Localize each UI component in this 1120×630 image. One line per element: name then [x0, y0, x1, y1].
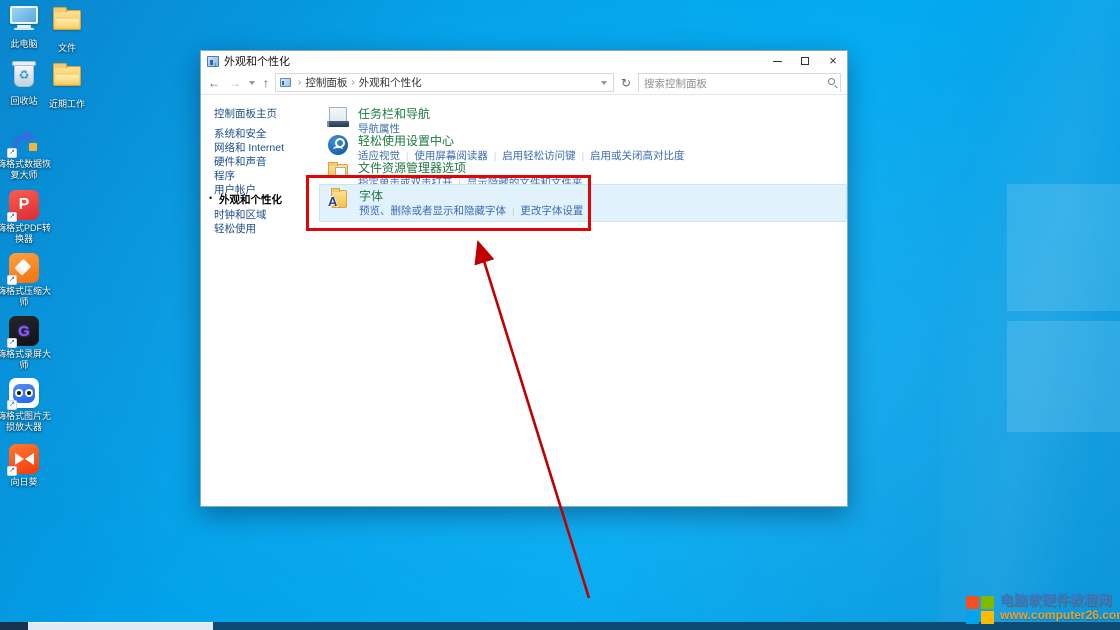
desktop-icon-compressor[interactable]: 嗨格式压缩大师: [0, 253, 52, 308]
refresh-button[interactable]: [617, 76, 635, 90]
taskbar-edge: [0, 622, 1120, 630]
folder-icon: [52, 7, 82, 40]
desktop-icon-label: 嗨格式图片无损放大器: [0, 411, 51, 432]
search-input[interactable]: [639, 75, 840, 93]
desktop-icon-data-recovery[interactable]: 嗨格式数据恢复大师: [0, 126, 52, 181]
maximize-button[interactable]: [791, 51, 819, 71]
applet-title-link[interactable]: 文件资源管理器选项: [358, 161, 582, 175]
this-pc-icon: [9, 6, 39, 36]
sidebar-item-network[interactable]: 网络和 Internet: [214, 140, 284, 155]
recycle-bin-icon: [9, 61, 39, 93]
site-watermark: 电脑软硬件教程网 www.computer26.com: [966, 594, 1120, 624]
desktop-icon-pdf-converter[interactable]: 嗨格式PDF转换器: [0, 190, 52, 245]
watermark-site-name: 电脑软硬件教程网: [1000, 593, 1112, 608]
desktop-icon-label: 嗨格式压缩大师: [0, 286, 51, 307]
desktop-icon-label: 嗨格式数据恢复大师: [0, 159, 51, 180]
desktop-icon-label: 嗨格式PDF转换器: [0, 223, 51, 244]
close-icon: [829, 52, 837, 70]
screen-recorder-app-icon: [7, 316, 39, 348]
wallpaper-light-beam: [940, 0, 1120, 630]
image-upscaler-app-icon: [7, 378, 39, 410]
search-icon: [828, 78, 835, 85]
breadcrumb-current[interactable]: 外观和个性化: [359, 75, 422, 90]
ease-of-access-icon: [327, 134, 349, 156]
maximize-icon: [801, 57, 809, 65]
sidebar-item-appearance-selected[interactable]: 外观和个性化: [219, 192, 282, 207]
desktop-icon-label: 向日葵: [10, 477, 38, 487]
title-bar[interactable]: 外观和个性化: [201, 51, 847, 71]
back-button[interactable]: ←: [205, 77, 223, 89]
applet-title-link[interactable]: 轻松使用设置中心: [358, 134, 685, 148]
sidebar-item-home[interactable]: 控制面板主页: [214, 106, 277, 121]
forward-button[interactable]: →: [226, 77, 244, 89]
taskbar-navigation-icon: [327, 107, 349, 129]
chevron-icon: ›: [351, 77, 355, 88]
watermark-site-url: www.computer26.com: [1000, 608, 1120, 622]
sidebar-item-ease[interactable]: 轻松使用: [214, 221, 256, 236]
desktop-icon-label: 嗨格式录屏大师: [0, 349, 51, 370]
chevron-icon: ›: [298, 77, 302, 88]
shortcut-arrow-icon: [7, 338, 17, 348]
desktop-icon-label: 近期工作: [48, 99, 85, 109]
desktop-icon-recent-work[interactable]: 近期工作: [39, 60, 95, 110]
address-bar: ← → ↑ › 控制面板 › 外观和个性化: [201, 71, 847, 95]
minimize-icon: [772, 60, 782, 62]
pdf-converter-app-icon: [7, 190, 39, 222]
desktop: { "desktop": { "icons": [ { "id": "this-…: [0, 0, 1120, 630]
compressor-app-icon: [7, 253, 39, 285]
shortcut-arrow-icon: [7, 400, 17, 410]
folder-icon: [52, 63, 82, 96]
windows-logo-icon: [966, 596, 994, 624]
control-panel-window: 外观和个性化 ← → ↑ › 控制面板 › 外观和个性化 控制面板主页 系统和安…: [200, 50, 848, 507]
start-button-edge[interactable]: [0, 622, 28, 630]
up-button[interactable]: ↑: [260, 77, 272, 89]
breadcrumb[interactable]: › 控制面板 › 外观和个性化: [275, 73, 614, 92]
sunflower-app-icon: [7, 444, 39, 476]
desktop-icon-files[interactable]: 文件: [39, 4, 95, 54]
search-box[interactable]: [638, 73, 841, 93]
window-title: 外观和个性化: [224, 56, 290, 68]
sidebar-item-clock[interactable]: 时钟和区域: [214, 207, 267, 222]
window-body: 控制面板主页 系统和安全 网络和 Internet 硬件和声音 程序 用户帐户 …: [201, 96, 847, 506]
applet-title-link[interactable]: 任务栏和导航: [358, 107, 430, 121]
sidebar-item-hardware[interactable]: 硬件和声音: [214, 154, 267, 169]
desktop-icon-label: 文件: [57, 43, 76, 53]
sidebar-item-programs[interactable]: 程序: [214, 168, 235, 183]
breadcrumb-dropdown-icon[interactable]: [601, 80, 607, 85]
shortcut-arrow-icon: [7, 212, 17, 222]
data-recovery-app-icon: [7, 126, 39, 158]
shortcut-arrow-icon: [7, 275, 17, 285]
minimize-button[interactable]: [763, 51, 791, 71]
control-panel-icon: [280, 78, 291, 87]
sidebar-item-system[interactable]: 系统和安全: [214, 126, 267, 141]
desktop-icon-image-upscaler[interactable]: 嗨格式图片无损放大器: [0, 378, 52, 433]
breadcrumb-root[interactable]: 控制面板: [305, 75, 347, 90]
taskbar-app-button-edge[interactable]: [28, 622, 213, 630]
desktop-icon-sunflower[interactable]: 向日葵: [0, 444, 52, 488]
selected-bullet-icon: •: [209, 193, 213, 203]
close-button[interactable]: [819, 51, 847, 71]
shortcut-arrow-icon: [7, 148, 17, 158]
window-icon: [207, 55, 219, 67]
highlight-rectangle: [306, 175, 591, 231]
desktop-icon-screen-recorder[interactable]: 嗨格式录屏大师: [0, 316, 52, 371]
shortcut-arrow-icon: [7, 466, 17, 476]
recent-locations-dropdown-icon[interactable]: [249, 80, 255, 85]
